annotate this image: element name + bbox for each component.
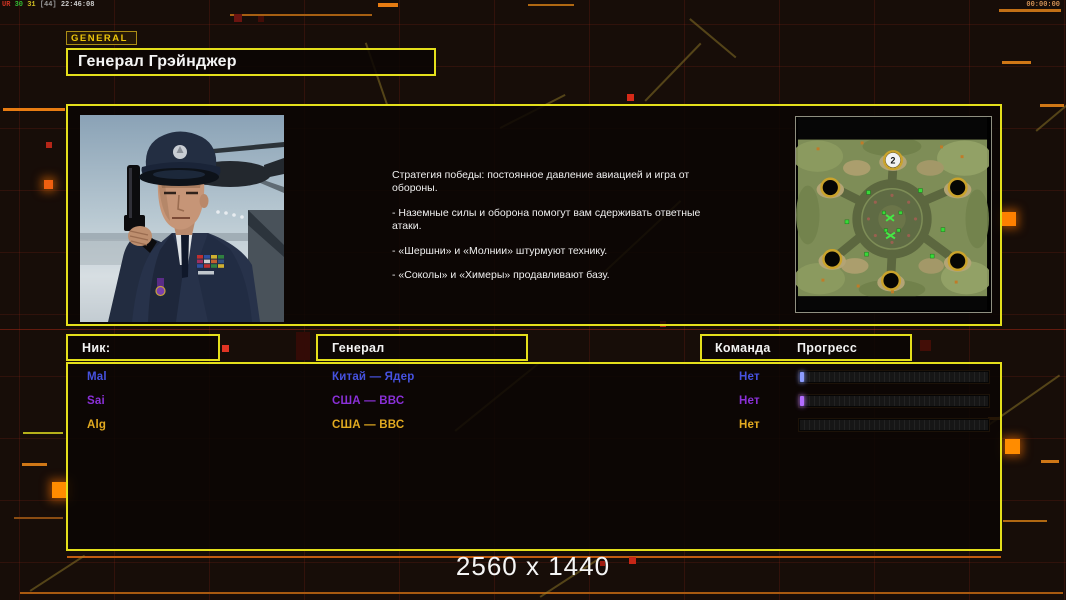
debug-segment: 31 xyxy=(27,1,36,9)
decor-dash xyxy=(378,3,398,7)
player-progress-fill xyxy=(800,396,804,406)
decor-red-block xyxy=(920,340,931,351)
debug-segment: 22:46:08 xyxy=(60,1,95,9)
header-general-label: Генерал xyxy=(332,340,385,355)
decor-dash xyxy=(14,517,63,519)
general-tab-label: GENERAL xyxy=(71,32,128,44)
decor-red-square xyxy=(627,94,634,101)
resolution-label: 2560 x 1440 xyxy=(455,551,611,581)
player-nick: Alg xyxy=(87,419,107,431)
general-title-box: Генерал Грэйнджер xyxy=(66,48,436,76)
player-progress-bar xyxy=(799,395,989,407)
debug-overlay: UR 30 31 [44] 22:46:08 xyxy=(2,1,94,9)
decor-dash xyxy=(1003,520,1047,522)
decor-dash xyxy=(3,108,65,111)
decor-red-line xyxy=(0,329,1066,330)
decor-orange-square xyxy=(1002,212,1016,226)
decor-dash xyxy=(23,432,63,434)
minimap-player-number: 2 xyxy=(891,156,896,166)
decor-dash xyxy=(1041,460,1059,463)
player-general: США — ВВС xyxy=(332,395,405,407)
header-general: Генерал xyxy=(316,334,528,361)
player-progress-bar xyxy=(799,419,989,431)
decor-diagonal xyxy=(689,18,737,58)
decor-dash xyxy=(1002,61,1031,64)
general-tab: GENERAL xyxy=(66,31,137,45)
header-nick: Ник: xyxy=(66,334,220,361)
decor-red-square xyxy=(46,142,52,148)
header-progress-label: Прогресс xyxy=(797,340,858,355)
decor-red-square xyxy=(234,14,242,22)
player-progress-fill xyxy=(800,372,804,382)
minimap: 2 xyxy=(792,116,992,313)
debug-segment: 30 xyxy=(14,1,24,9)
player-team: Нет xyxy=(739,371,760,383)
decor-red-block xyxy=(296,332,310,360)
players-panel: Mal Китай — Ядер Нет Sai США — ВВС Нет A… xyxy=(66,362,1002,551)
strategy-paragraph: - Наземные силы и оборона помогут вам сд… xyxy=(392,206,701,233)
decor-red-square xyxy=(222,345,229,352)
strategy-paragraph: Стратегия победы: постоянное давление ав… xyxy=(392,169,690,195)
decor-orange-square xyxy=(1005,439,1020,454)
decor-dash xyxy=(230,14,372,16)
decor-dash xyxy=(528,4,574,6)
general-portrait-art xyxy=(80,115,284,322)
decor-dash xyxy=(999,9,1061,12)
player-nick: Mal xyxy=(87,371,107,383)
player-nick: Sai xyxy=(87,395,105,407)
player-team: Нет xyxy=(739,395,760,407)
match-timer: 00:00:00 xyxy=(1026,1,1060,9)
player-progress-bar xyxy=(799,371,989,383)
briefing-panel: Стратегия победы: постоянное давление ав… xyxy=(66,104,1002,326)
decor-diagonal xyxy=(644,42,702,102)
decor-red-square xyxy=(258,16,264,22)
strategy-paragraph: - «Шершни» и «Молнии» штурмуют технику. xyxy=(392,244,608,257)
strategy-briefing: Стратегия победы: постоянное давление ав… xyxy=(392,169,704,294)
header-nick-label: Ник: xyxy=(82,340,111,355)
header-team-label: Команда xyxy=(715,340,771,355)
decor-orange-square xyxy=(44,180,53,189)
decor-dash xyxy=(22,463,47,466)
strategy-paragraph: - «Соколы» и «Химеры» продавливают базу. xyxy=(392,269,610,282)
debug-segment: UR xyxy=(2,1,11,9)
player-team: Нет xyxy=(739,419,760,431)
general-portrait xyxy=(80,115,284,322)
player-general: США — ВВС xyxy=(332,419,405,431)
general-name: Генерал Грэйнджер xyxy=(78,53,237,70)
decor-dash xyxy=(1040,104,1064,107)
debug-segment: [44] xyxy=(39,1,57,9)
loading-screen: UR 30 31 [44] 22:46:08 00:00:00 GENERAL … xyxy=(0,0,1066,600)
header-team-progress: Команда Прогресс xyxy=(700,334,912,361)
player-general: Китай — Ядер xyxy=(332,371,415,383)
minimap-art: 2 xyxy=(792,117,992,310)
